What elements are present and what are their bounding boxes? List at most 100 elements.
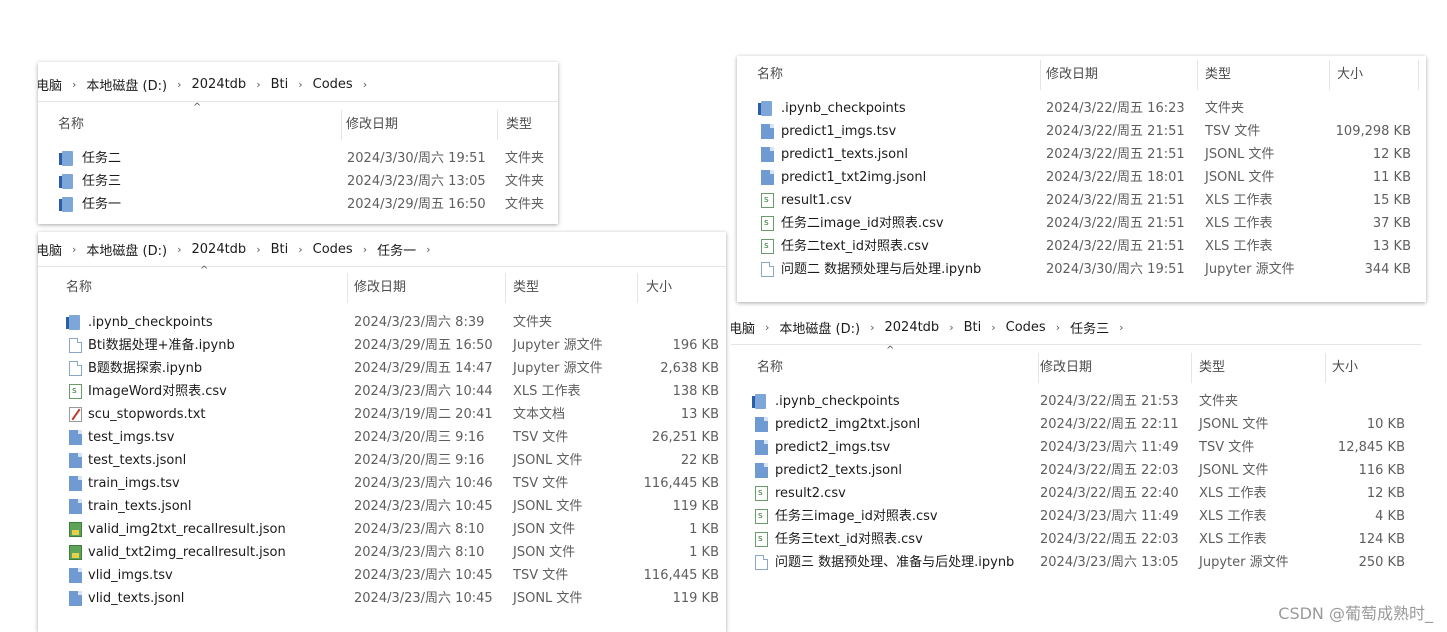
breadcrumb-segment[interactable]: 2024tdb (877, 320, 948, 335)
column-type[interactable]: 类型 (1197, 60, 1330, 90)
breadcrumb[interactable]: 电脑 › 本地磁盘 (D:) › 2024tdb › Bti › Codes › 任务一 › (38, 232, 726, 267)
breadcrumb-segment[interactable]: 电脑 (38, 75, 70, 94)
file-type: Jupyter 源文件 (513, 361, 603, 376)
chevron-right-icon[interactable]: › (361, 78, 369, 91)
spreadsheet-file-icon (755, 528, 768, 551)
chevron-right-icon[interactable]: › (989, 321, 997, 334)
chevron-right-icon[interactable]: › (254, 78, 262, 91)
breadcrumb-segment[interactable]: 任务三 (1062, 318, 1117, 337)
column-date[interactable]: 修改日期 (1032, 353, 1192, 383)
column-date[interactable]: 修改日期 (338, 110, 498, 140)
file-row[interactable]: test_texts.jsonl 2024/3/20/周三 9:16 JSONL 文… (38, 449, 726, 472)
text-file-icon (69, 407, 82, 422)
file-row[interactable]: .ipynb_checkpoints 2024/3/23/周六 8:39 文件夹 (38, 311, 726, 334)
column-name[interactable]: 名称 (58, 273, 348, 303)
file-date: 2024/3/29/周五 16:50 (347, 197, 486, 212)
file-row[interactable]: predict2_img2txt.jsonl 2024/3/22/周五 22:11… (731, 413, 1421, 436)
file-row[interactable]: 任务三image_id对照表.csv 2024/3/23/周六 11:49 XLS … (731, 505, 1421, 528)
chevron-right-icon[interactable]: › (1054, 321, 1062, 334)
file-row[interactable]: Bti数据处理+准备.ipynb 2024/3/29/周五 16:50 Jupyte… (38, 334, 726, 357)
folder-icon (758, 101, 772, 116)
breadcrumb-segment[interactable]: 电脑 (38, 240, 70, 259)
file-row[interactable]: train_imgs.tsv 2024/3/23/周六 10:46 TSV 文件 11… (38, 472, 726, 495)
chevron-right-icon[interactable]: › (70, 78, 78, 91)
chevron-right-icon[interactable]: › (254, 243, 262, 256)
chevron-right-icon[interactable]: › (296, 243, 304, 256)
breadcrumb-segment[interactable]: 本地磁盘 (D:) (78, 240, 175, 259)
data-file-icon (755, 440, 768, 455)
file-size: 2,638 KB (660, 361, 719, 376)
file-name: valid_img2txt_recallresult.json (88, 522, 286, 537)
column-size[interactable]: 大小 (1329, 60, 1419, 90)
file-row[interactable]: predict1_texts.jsonl 2024/3/22/周五 21:51 JS… (737, 143, 1426, 166)
file-row[interactable]: predict2_imgs.tsv 2024/3/23/周六 11:49 TSV 文… (731, 436, 1421, 459)
chevron-right-icon[interactable]: › (1117, 321, 1125, 334)
column-date[interactable]: 修改日期 (346, 273, 506, 303)
file-row[interactable]: result1.csv 2024/3/22/周五 21:51 XLS 工作表 15 K… (737, 189, 1426, 212)
file-row[interactable]: 任务三 2024/3/23/周六 13:05 文件夹 (38, 170, 558, 193)
column-type[interactable]: 类型 (1191, 353, 1326, 383)
file-row[interactable]: test_imgs.tsv 2024/3/20/周三 9:16 TSV 文件 26,2… (38, 426, 726, 449)
file-name: ImageWord对照表.csv (88, 384, 227, 399)
file-row[interactable]: scu_stopwords.txt 2024/3/19/周二 20:41 文本文档 1… (38, 403, 726, 426)
file-row[interactable]: .ipynb_checkpoints 2024/3/22/周五 16:23 文件夹 (737, 97, 1426, 120)
file-row[interactable]: result2.csv 2024/3/22/周五 22:40 XLS 工作表 12 K… (731, 482, 1421, 505)
column-name[interactable]: 名称 (749, 60, 1041, 90)
file-row[interactable]: ImageWord对照表.csv 2024/3/23/周六 10:44 XLS 工作… (38, 380, 726, 403)
chevron-right-icon[interactable]: › (70, 243, 78, 256)
file-name: result1.csv (781, 193, 852, 208)
column-name[interactable]: 名称 (50, 110, 342, 140)
column-type[interactable]: 类型 (505, 273, 638, 303)
file-name: 任务二image_id对照表.csv (781, 216, 944, 231)
chevron-right-icon[interactable]: › (175, 78, 183, 91)
file-row[interactable]: 任务三text_id对照表.csv 2024/3/22/周五 22:03 XLS 工… (731, 528, 1421, 551)
file-row[interactable]: 任务二 2024/3/30/周六 19:51 文件夹 (38, 147, 558, 170)
breadcrumb-segment[interactable]: Bti (956, 320, 990, 335)
file-row[interactable]: train_texts.jsonl 2024/3/23/周六 10:45 JSONL… (38, 495, 726, 518)
breadcrumb[interactable]: 电脑 › 本地磁盘 (D:) › 2024tdb › Bti › Codes › 任务三 › (731, 310, 1421, 345)
breadcrumb-segment[interactable]: 本地磁盘 (D:) (771, 318, 868, 337)
breadcrumb-segment[interactable]: Codes (998, 320, 1054, 335)
file-row[interactable]: predict2_texts.jsonl 2024/3/22/周五 22:03 JS… (731, 459, 1421, 482)
file-row[interactable]: vlid_texts.jsonl 2024/3/23/周六 10:45 JSONL … (38, 587, 726, 610)
breadcrumb-segment[interactable]: 2024tdb (184, 242, 255, 257)
chevron-right-icon[interactable]: › (763, 321, 771, 334)
breadcrumb-segment[interactable]: Codes (305, 77, 361, 92)
file-row[interactable]: B题数据探索.ipynb 2024/3/29/周五 14:47 Jupyter 源文… (38, 357, 726, 380)
file-size: 12 KB (1372, 147, 1411, 162)
file-row[interactable]: 问题二 数据预处理与后处理.ipynb 2024/3/30/周六 19:51 Jup… (737, 258, 1426, 281)
chevron-right-icon[interactable]: › (361, 243, 369, 256)
chevron-right-icon[interactable]: › (175, 243, 183, 256)
chevron-right-icon[interactable]: › (424, 243, 432, 256)
column-size[interactable]: 大小 (1324, 353, 1414, 383)
breadcrumb-segment[interactable]: 电脑 (731, 318, 763, 337)
file-row[interactable]: 任务一 2024/3/29/周五 16:50 文件夹 (38, 193, 558, 216)
file-row[interactable]: predict1_imgs.tsv 2024/3/22/周五 21:51 TSV 文… (737, 120, 1426, 143)
column-size[interactable]: 大小 (638, 273, 726, 303)
breadcrumb-segment[interactable]: Codes (305, 242, 361, 257)
breadcrumb-segment[interactable]: Bti (263, 242, 297, 257)
column-type[interactable]: 类型 (498, 110, 558, 140)
file-row[interactable]: .ipynb_checkpoints 2024/3/22/周五 21:53 文件夹 (731, 390, 1421, 413)
file-row[interactable]: valid_txt2img_recallresult.json 2024/3/23… (38, 541, 726, 564)
file-row[interactable]: valid_img2txt_recallresult.json 2024/3/23… (38, 518, 726, 541)
folder-icon (752, 394, 766, 409)
file-row[interactable]: 任务二image_id对照表.csv 2024/3/22/周五 21:51 XLS … (737, 212, 1426, 235)
file-type: JSON 文件 (513, 545, 576, 560)
file-size: 119 KB (672, 591, 719, 606)
file-row[interactable]: 任务二text_id对照表.csv 2024/3/22/周五 21:51 XLS 工… (737, 235, 1426, 258)
breadcrumb-segment[interactable]: 任务一 (369, 240, 424, 259)
column-name[interactable]: 名称 (749, 353, 1039, 383)
file-date: 2024/3/23/周六 13:05 (1040, 555, 1179, 570)
chevron-right-icon[interactable]: › (296, 78, 304, 91)
breadcrumb[interactable]: 电脑 › 本地磁盘 (D:) › 2024tdb › Bti › Codes › (38, 67, 558, 102)
breadcrumb-segment[interactable]: 2024tdb (184, 77, 255, 92)
chevron-right-icon[interactable]: › (947, 321, 955, 334)
file-row[interactable]: predict1_txt2img.jsonl 2024/3/22/周五 18:01… (737, 166, 1426, 189)
chevron-right-icon[interactable]: › (868, 321, 876, 334)
column-date[interactable]: 修改日期 (1038, 60, 1198, 90)
breadcrumb-segment[interactable]: Bti (263, 77, 297, 92)
file-row[interactable]: vlid_imgs.tsv 2024/3/23/周六 10:45 TSV 文件 116… (38, 564, 726, 587)
breadcrumb-segment[interactable]: 本地磁盘 (D:) (78, 75, 175, 94)
file-row[interactable]: 问题三 数据预处理、准备与后处理.ipynb 2024/3/23/周六 13:05… (731, 551, 1421, 574)
